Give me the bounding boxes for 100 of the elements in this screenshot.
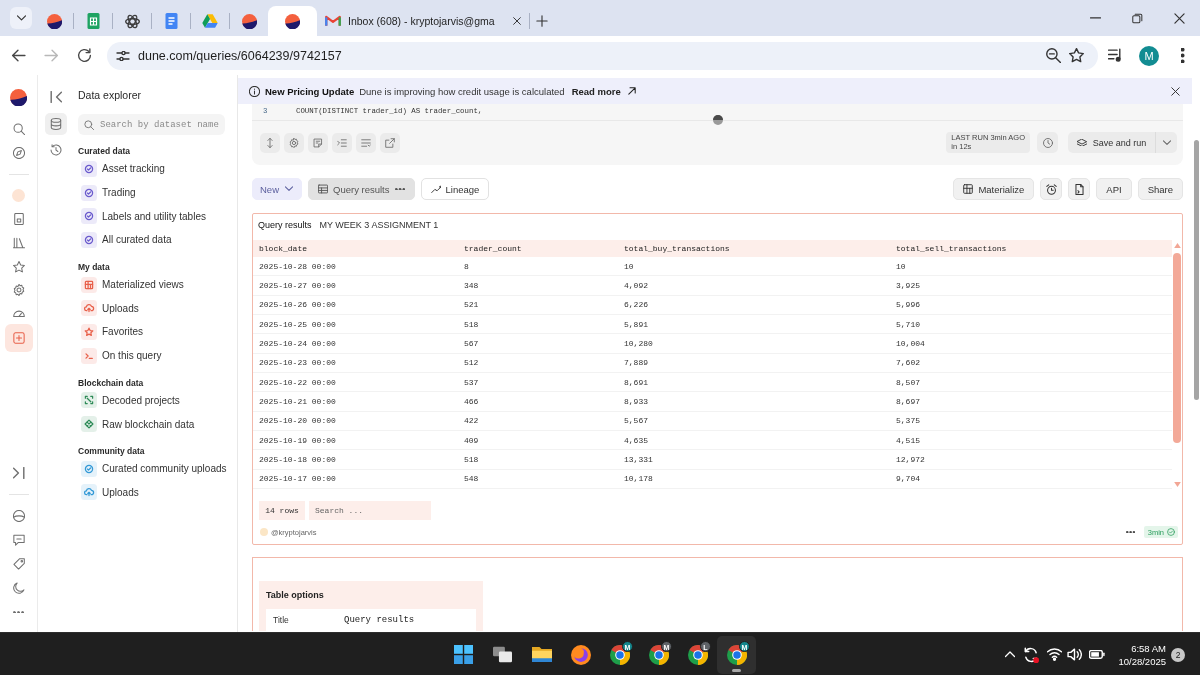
materialize-button[interactable]: Materialize (953, 178, 1035, 200)
lines-icon (361, 137, 371, 148)
read-more-link[interactable]: Read more (571, 85, 636, 97)
table-cell-text: 8 (463, 261, 470, 271)
logo-icon (10, 88, 27, 106)
title-input[interactable]: Query results (344, 615, 476, 625)
alert-button[interactable] (1040, 178, 1063, 200)
scrollbar-thumb[interactable] (1173, 253, 1181, 443)
document-icon (164, 13, 178, 29)
close-tab-icon[interactable] (513, 17, 521, 25)
explorer-item[interactable]: Decoded projects (78, 388, 180, 413)
clock-time: 6:58 AM (1131, 641, 1166, 655)
table-cell-text: 537 (463, 377, 480, 387)
view-tab[interactable]: Lineage (420, 178, 490, 200)
layers-icon (1076, 138, 1087, 147)
explorer-item[interactable]: Labels and utility tables (78, 204, 206, 229)
explorer-item[interactable]: All curated data (78, 228, 172, 252)
table-cell-text: 4,515 (895, 435, 921, 445)
column-header[interactable]: block_date (253, 244, 458, 253)
editor-tool-button[interactable] (284, 132, 304, 153)
section-heading: Blockchain data (78, 376, 144, 389)
new-dropdown-button[interactable]: New (252, 178, 302, 200)
close-button[interactable] (1168, 84, 1182, 98)
section-heading: Community data (78, 444, 145, 457)
table-cell-text: 512 (463, 358, 480, 368)
editor-tool-button[interactable] (380, 132, 400, 153)
bookmark-star-icon[interactable] (1069, 48, 1084, 63)
clock-icon (1042, 137, 1053, 148)
explorer-item[interactable]: Uploads (78, 296, 139, 321)
table-cell-text: 2025-10-25 00:00 (258, 319, 337, 329)
table-cell-text: 5,375 (895, 416, 921, 426)
table-cell-text: 13,331 (623, 454, 654, 464)
browser-icon (609, 644, 630, 665)
close-icon (1170, 86, 1180, 96)
table-cell-text: 521 (463, 300, 480, 310)
table-cell-text: 10 (895, 261, 907, 271)
table-cell-text: 2025-10-28 00:00 (258, 261, 337, 271)
column-header[interactable]: trader_count (458, 244, 618, 253)
browser-tab[interactable] (268, 6, 317, 36)
table-cell-text: 422 (463, 416, 480, 426)
table-cell-text: 10,280 (623, 338, 654, 348)
editor-tool-button[interactable] (308, 132, 328, 153)
action-button[interactable]: API (1096, 178, 1132, 200)
notification-count[interactable]: 2 (1171, 647, 1185, 662)
chevron-up-icon[interactable] (1005, 651, 1016, 658)
url-input[interactable]: dune.com/queries/6064239/9742157 (138, 48, 1038, 63)
spreadsheet-icon (86, 13, 100, 29)
explorer-item[interactable]: Materialized views (78, 272, 184, 297)
explorer-item[interactable]: On this query (78, 343, 162, 368)
profile-avatar[interactable]: M (1139, 45, 1159, 66)
tab-list-button[interactable] (10, 7, 32, 29)
search-input[interactable]: Search ... (315, 506, 431, 515)
zoom-icon[interactable] (1046, 48, 1061, 63)
results-title: Query results (258, 220, 312, 230)
volume-icon[interactable] (1067, 647, 1083, 662)
explorer-item[interactable]: Curated community uploads (78, 456, 227, 481)
table-icon (318, 184, 328, 194)
table-cell-text: 8,507 (895, 377, 921, 387)
view-tab[interactable]: Query results (308, 178, 415, 200)
search-field[interactable]: Search by dataset name (78, 114, 225, 135)
table-cell-text: 8,691 (623, 377, 649, 387)
table-search-field[interactable]: Search ... (309, 501, 431, 520)
cloud-upload-icon (81, 484, 97, 501)
explorer-item[interactable]: Trading (78, 180, 136, 205)
column-header[interactable]: total_sell_transactions (890, 244, 1172, 253)
sync-icon[interactable] (1023, 646, 1040, 663)
panel-tool-button[interactable] (45, 112, 67, 135)
explorer-item[interactable]: Asset tracking (78, 157, 165, 181)
browser-icon (726, 644, 747, 665)
title-field[interactable]: Title Query results (266, 609, 476, 631)
note-icon (313, 137, 323, 148)
clock[interactable]: 6:58 AM 10/28/2025 (1118, 641, 1166, 668)
table-cell-text: 548 (463, 474, 480, 484)
tag-icon (12, 558, 25, 570)
editor-tool-button[interactable] (260, 132, 280, 153)
books-icon (12, 237, 25, 249)
scrollbar-thumb[interactable] (1194, 140, 1199, 400)
settings-icon (289, 137, 299, 148)
battery-icon[interactable] (1089, 650, 1106, 659)
table-cell-text: 9,704 (895, 474, 921, 484)
column-header[interactable]: total_buy_transactions (618, 244, 890, 253)
lineage-icon (430, 184, 441, 194)
more-icon[interactable] (394, 187, 405, 191)
search-input[interactable]: Search by dataset name (100, 119, 225, 130)
add-icon (12, 331, 25, 344)
address-bar[interactable]: dune.com/queries/6064239/9742157 (107, 41, 1098, 70)
explorer-item[interactable]: Favorites (78, 320, 144, 344)
cloud-upload-icon (81, 300, 97, 317)
editor-tool-button[interactable] (332, 132, 352, 153)
chevron-down-icon (1162, 139, 1171, 146)
schedule-button[interactable] (1037, 132, 1058, 153)
action-button[interactable]: Share (1137, 178, 1183, 200)
more-icon[interactable] (1125, 530, 1135, 534)
browser-tab[interactable]: Inbox (608) - kryptojarvis@gma (317, 6, 529, 36)
wifi-icon[interactable] (1047, 648, 1063, 661)
explorer-item[interactable]: Raw blockchain data (78, 412, 195, 436)
editor-tool-button[interactable] (356, 132, 376, 153)
explorer-item[interactable]: Uploads (78, 480, 139, 505)
table-cell-text: 2025-10-20 00:00 (258, 416, 337, 426)
export-button[interactable] (1068, 178, 1091, 200)
